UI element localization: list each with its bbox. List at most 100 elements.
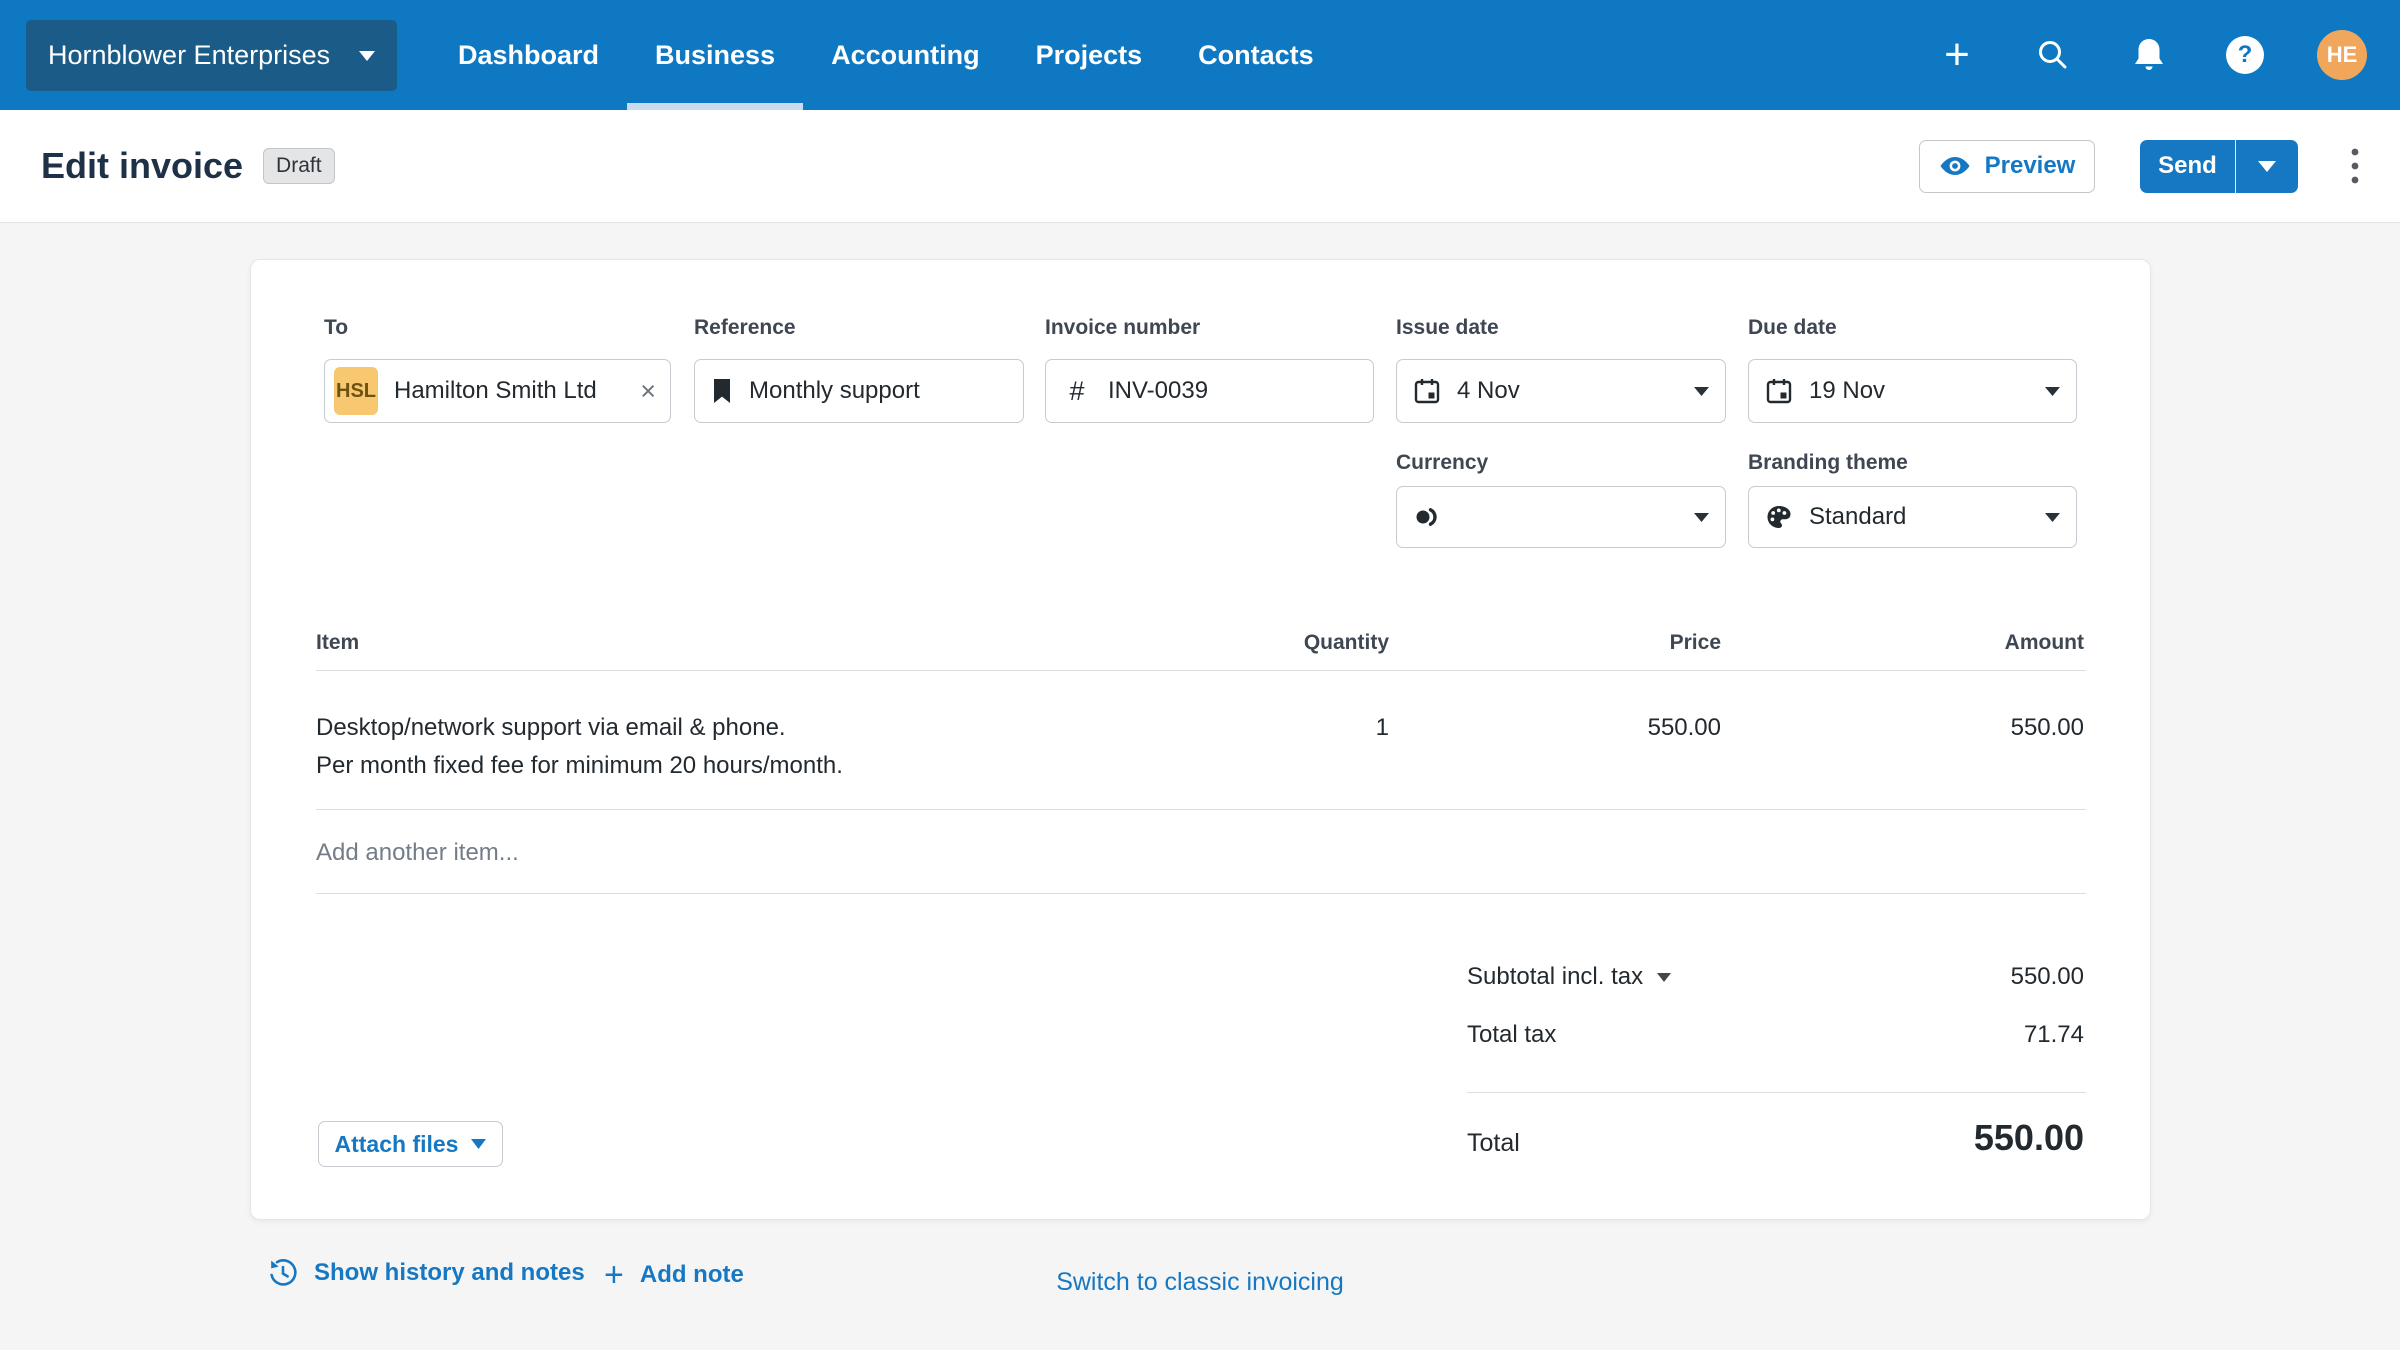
page-header: Edit invoice Draft Preview Send [0,110,2400,223]
invoice-number-label: Invoice number [1045,316,1201,339]
show-history-label: Show history and notes [314,1259,585,1286]
add-note-link[interactable]: + Add note [604,1258,744,1292]
subtotal-label: Subtotal incl. tax [1467,963,1644,990]
total-value: 550.00 [1973,1117,2084,1158]
currency-field[interactable] [1396,486,1726,548]
branding-theme-label: Branding theme [1748,451,1908,474]
branding-theme-field[interactable]: Standard [1748,486,2077,548]
issue-date-value: 4 Nov [1457,377,1520,404]
chevron-down-icon [2045,386,2060,396]
table-header-divider [316,670,2086,671]
eye-icon [1940,157,1970,175]
history-icon [270,1259,297,1286]
invoice-number-field[interactable]: # INV-0039 [1045,359,1374,423]
preview-label: Preview [1984,152,2076,179]
create-new-button[interactable]: + [1933,31,1981,79]
column-header-price: Price [1669,631,1721,654]
due-date-label: Due date [1748,316,1837,339]
due-date-value: 19 Nov [1809,377,1886,404]
help-icon: ? [2226,36,2264,74]
more-options-button[interactable] [2343,140,2367,193]
subtotal-dropdown[interactable]: Subtotal incl. tax [1467,962,1672,992]
kebab-menu-icon [2351,148,2359,184]
total-tax-label: Total tax [1467,1021,1557,1048]
user-avatar[interactable]: HE [2317,30,2367,80]
totals-divider [1467,1092,2086,1093]
total-tax-value: 71.74 [2023,1021,2084,1048]
nav-tab-label: Dashboard [458,39,600,70]
send-options-button[interactable] [2235,139,2298,193]
branding-theme-value: Standard [1809,503,1907,530]
item-amount: 550.00 [2010,714,2084,741]
chevron-down-icon [2045,512,2060,522]
calendar-icon [1765,377,1793,405]
primary-nav: Dashboard Business Accounting Projects C… [430,0,1342,110]
add-note-label: Add note [639,1261,744,1288]
org-name: Hornblower Enterprises [48,40,331,70]
item-description-line2[interactable]: Per month fixed fee for minimum 20 hours… [316,751,1316,781]
issue-date-label: Issue date [1396,316,1499,339]
invoice-number-value: INV-0039 [1108,377,1209,404]
column-header-quantity: Quantity [1303,631,1389,654]
plus-icon: + [1944,30,1970,79]
calendar-icon [1413,377,1441,405]
issue-date-field[interactable]: 4 Nov [1396,359,1726,423]
currency-label: Currency [1396,451,1489,474]
table-row-divider [316,893,2086,894]
invoice-editor-page: Hornblower Enterprises Dashboard Busines… [0,0,2400,1350]
attach-files-button[interactable]: Attach files [318,1121,503,1167]
nav-tab-label: Contacts [1198,39,1314,70]
header-actions: Preview Send [1919,139,2367,193]
org-switcher[interactable]: Hornblower Enterprises [26,20,397,91]
send-split-button: Send [2140,139,2298,193]
add-item-input[interactable]: Add another item... [316,838,1216,868]
reference-label: Reference [694,316,796,339]
coins-icon [1413,504,1441,530]
contact-name: Hamilton Smith Ltd [394,377,597,404]
column-header-item: Item [316,631,360,654]
due-date-field[interactable]: 19 Nov [1748,359,2077,423]
table-row-divider [316,809,2086,810]
subtotal-value: 550.00 [2010,963,2084,990]
reference-field[interactable]: Monthly support [694,359,1024,423]
help-button[interactable]: ? [2221,31,2269,79]
nav-tab-projects[interactable]: Projects [1008,0,1171,110]
to-field[interactable]: HSL Hamilton Smith Ltd × [324,359,671,423]
chevron-down-icon [2258,160,2276,172]
page-title: Edit invoice [41,145,244,186]
attach-files-label: Attach files [334,1130,459,1157]
plus-icon: + [604,1256,624,1294]
nav-tab-label: Projects [1035,39,1143,70]
send-button[interactable]: Send [2140,139,2235,193]
item-quantity[interactable]: 1 [1249,713,1389,743]
nav-tab-business[interactable]: Business [627,0,804,110]
search-button[interactable] [2029,31,2077,79]
nav-tab-contacts[interactable]: Contacts [1170,0,1342,110]
show-history-link[interactable]: Show history and notes [268,1258,585,1288]
palette-icon [1765,503,1793,531]
to-label: To [324,316,349,339]
total-tax-row: Total tax [1467,1020,1556,1050]
search-icon [2039,41,2067,69]
chevron-down-icon [1657,972,1672,982]
nav-tab-accounting[interactable]: Accounting [803,0,1008,110]
notifications-button[interactable] [2125,31,2173,79]
item-description-line1[interactable]: Desktop/network support via email & phon… [316,713,1316,743]
nav-tab-label: Business [655,39,776,70]
total-label: Total [1467,1129,1520,1157]
chevron-down-icon [1694,512,1709,522]
preview-button[interactable]: Preview [1919,139,2095,193]
nav-tab-label: Accounting [831,39,980,70]
chevron-down-icon [359,50,375,61]
nav-tab-dashboard[interactable]: Dashboard [430,0,627,110]
hash-icon: # [1069,375,1085,406]
switch-to-classic-link[interactable]: Switch to classic invoicing [1056,1268,1344,1297]
column-header-amount: Amount [2004,631,2084,654]
status-badge: Draft [263,148,335,184]
chevron-down-icon [471,1139,487,1149]
reference-value: Monthly support [749,377,920,404]
contact-initials-chip: HSL [334,367,378,415]
item-price[interactable]: 550.00 [1561,713,1721,743]
nav-icon-group: + ? HE [1933,0,2367,110]
remove-contact-icon[interactable]: × [640,377,656,405]
